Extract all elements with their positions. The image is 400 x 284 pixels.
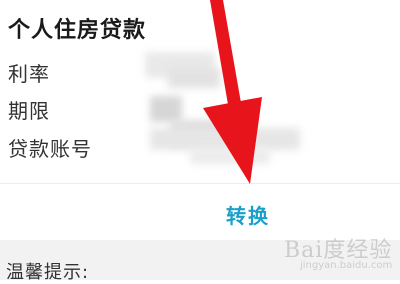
redacted-value-mosaic — [150, 96, 182, 122]
loan-detail-screen: 个人住房贷款 利率 期限 贷款账号 转换 温馨提示: Bai度经验 jingya… — [0, 0, 400, 283]
baidu-jingyan-watermark: Bai度经验 jingyan.baidu.com — [262, 228, 396, 274]
watermark-url: jingyan.baidu.com — [300, 260, 393, 271]
loan-account-label: 贷款账号 — [8, 137, 92, 161]
convert-button[interactable]: 转换 — [200, 200, 296, 228]
redacted-value-mosaic — [168, 68, 220, 88]
loan-term-label: 期限 — [8, 99, 50, 123]
redacted-value-mosaic — [190, 148, 270, 164]
loan-info-card: 个人住房贷款 利率 期限 贷款账号 — [0, 0, 400, 183]
warm-tips-title: 温馨提示: — [6, 262, 90, 283]
redacted-value-mosaic — [150, 128, 300, 150]
interest-rate-label: 利率 — [8, 62, 50, 86]
loan-type-title: 个人住房贷款 — [8, 18, 147, 43]
